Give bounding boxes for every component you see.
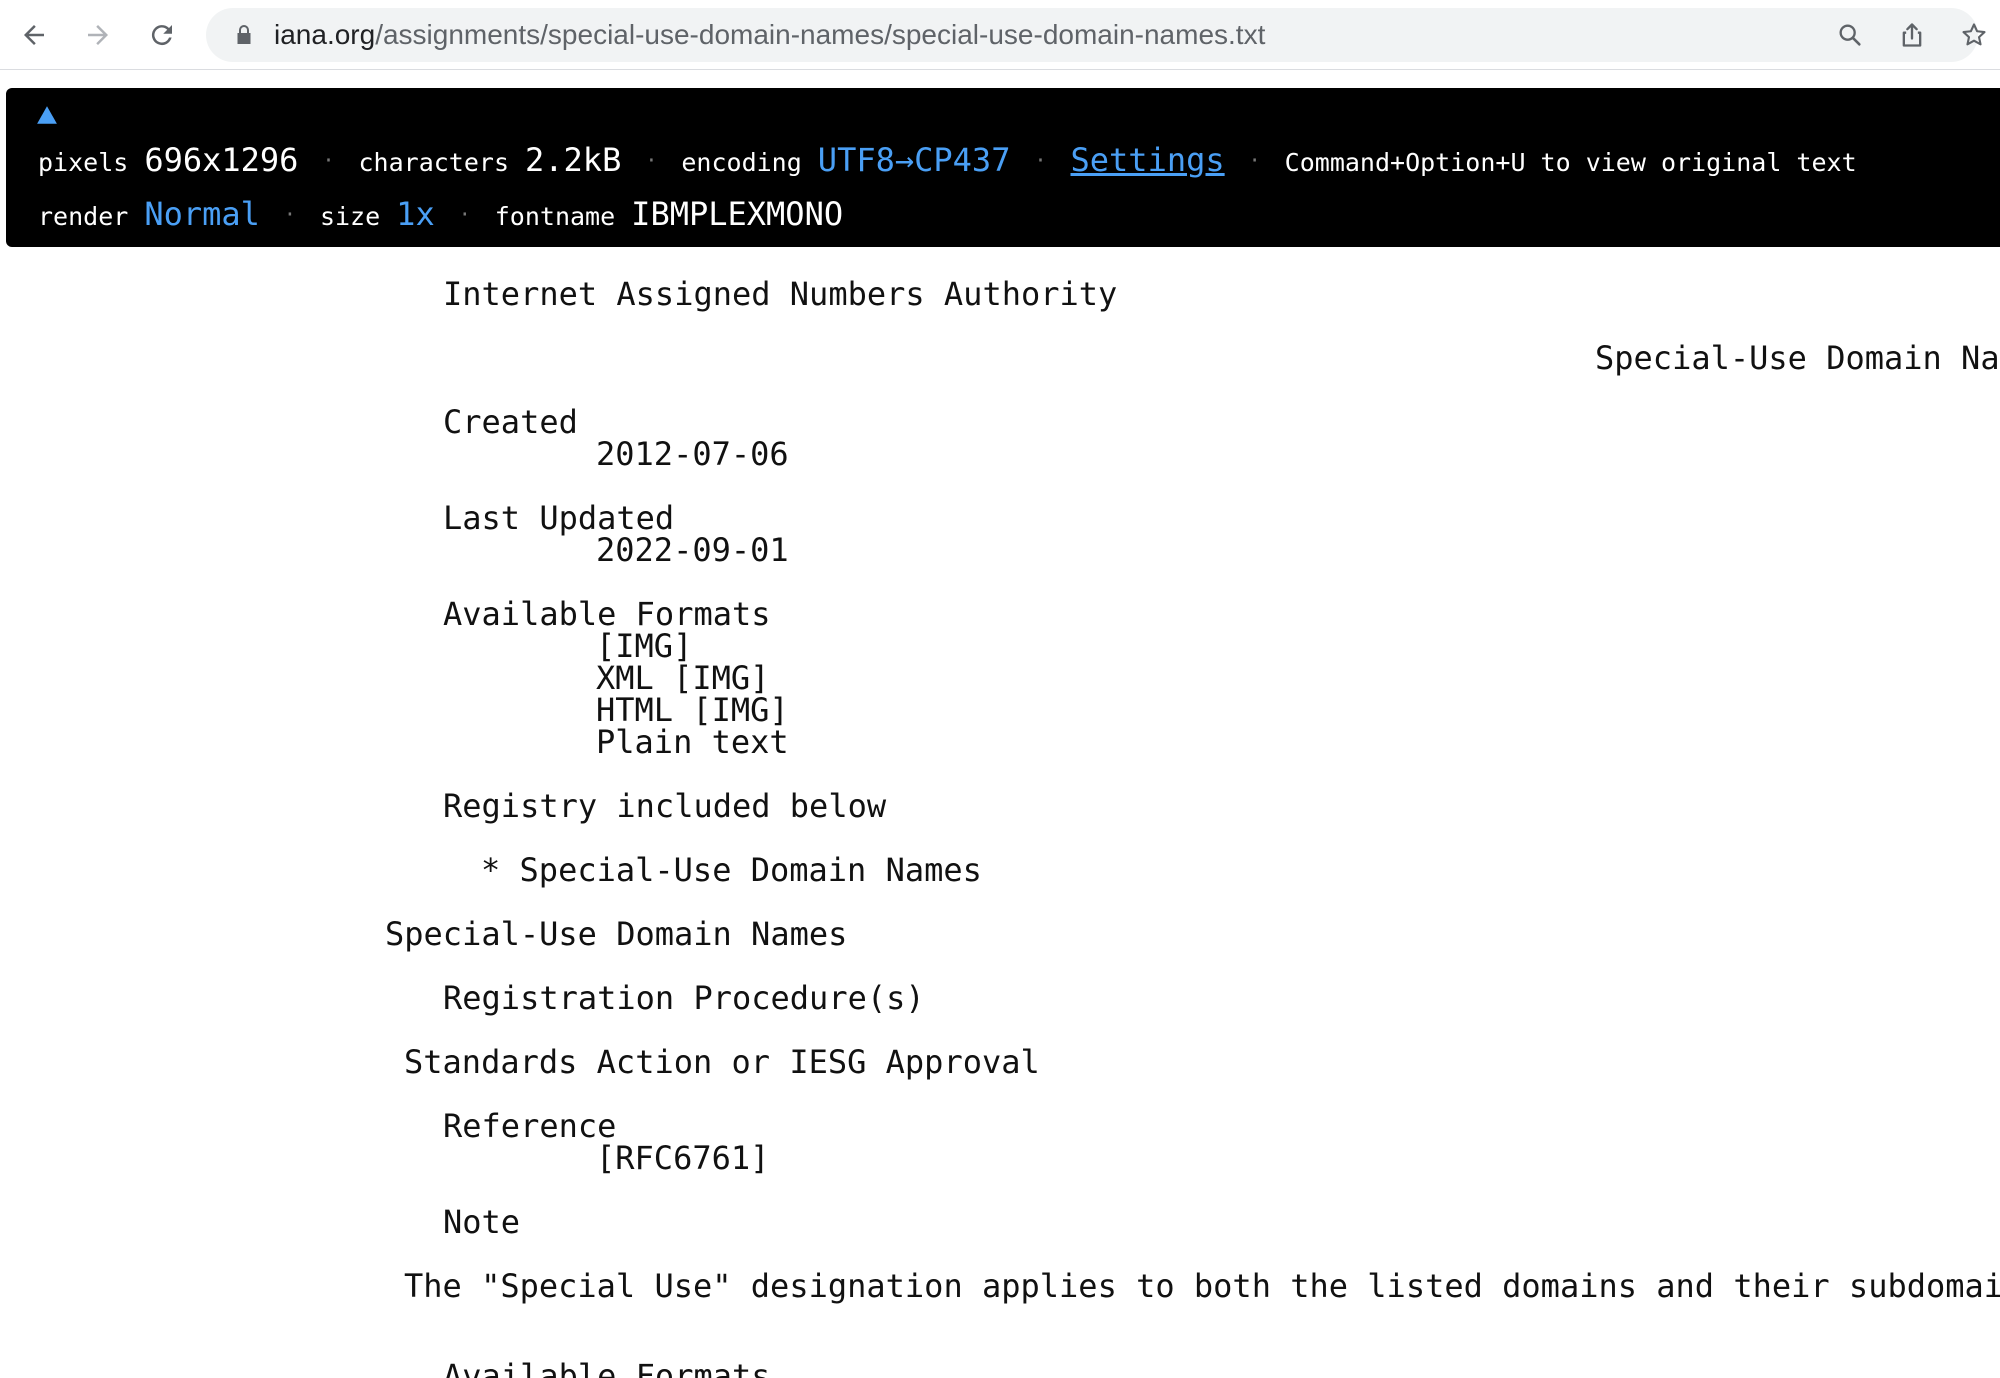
note-label: Note bbox=[443, 1203, 521, 1241]
document-title: Special-Use Domain Names bbox=[1595, 339, 2000, 377]
registry-item: * Special-Use Domain Names bbox=[481, 851, 982, 889]
lock-icon bbox=[237, 25, 251, 44]
format-item: Plain text bbox=[596, 723, 789, 761]
note-text: The "Special Use" designation applies to… bbox=[404, 1267, 2000, 1305]
banner-row-1: pixels 696x1296 · characters 2.2kB · enc… bbox=[38, 141, 1857, 179]
separator: · bbox=[322, 148, 335, 172]
separator: · bbox=[1034, 148, 1047, 172]
render-value-link[interactable]: Normal bbox=[144, 195, 260, 233]
url-path: /assignments/special-use-domain-names/sp… bbox=[375, 19, 1266, 50]
size-value-link[interactable]: 1x bbox=[396, 195, 435, 233]
bookmark-button[interactable] bbox=[1956, 17, 1992, 53]
procedure-label: Registration Procedure(s) bbox=[443, 979, 925, 1017]
reload-button[interactable] bbox=[141, 14, 183, 56]
forward-button[interactable] bbox=[77, 14, 119, 56]
characters-label: characters bbox=[358, 148, 509, 177]
star-icon bbox=[1962, 23, 1986, 46]
address-bar[interactable]: iana.org/assignments/special-use-domain-… bbox=[206, 8, 1986, 62]
encoding-value-link[interactable]: UTF8→CP437 bbox=[818, 141, 1011, 179]
document-body: Internet Assigned Numbers Authority Spec… bbox=[0, 247, 2000, 1378]
separator: · bbox=[1248, 148, 1261, 172]
created-value: 2012-07-06 bbox=[596, 435, 789, 473]
updated-value: 2022-09-01 bbox=[596, 531, 789, 569]
separator: · bbox=[458, 202, 471, 226]
procedure-value: Standards Action or IESG Approval bbox=[404, 1043, 1040, 1081]
reload-icon bbox=[151, 25, 172, 46]
characters-value: 2.2kB bbox=[525, 141, 622, 179]
back-button[interactable] bbox=[13, 14, 55, 56]
share-icon bbox=[1902, 23, 1922, 47]
render-label: render bbox=[38, 202, 129, 231]
section-title: Special-Use Domain Names bbox=[385, 915, 848, 953]
url-host: iana.org bbox=[274, 19, 376, 50]
collapse-triangle-icon[interactable] bbox=[36, 104, 58, 126]
reference-label: Reference bbox=[443, 1107, 617, 1145]
size-label: size bbox=[319, 202, 381, 231]
banner-row-2: render Normal · size 1x · fontname IBMPL… bbox=[38, 195, 843, 233]
separator: · bbox=[283, 202, 296, 226]
reference-value: [RFC6761] bbox=[596, 1139, 770, 1177]
settings-link[interactable]: Settings bbox=[1071, 141, 1225, 179]
separator: · bbox=[645, 148, 658, 172]
back-arrow-icon bbox=[24, 25, 44, 45]
registry-label: Registry included below bbox=[443, 787, 887, 825]
search-button[interactable] bbox=[1832, 17, 1868, 53]
info-banner: pixels 696x1296 · characters 2.2kB · enc… bbox=[6, 88, 2000, 247]
formats-label-2: Available Formats bbox=[443, 1357, 771, 1378]
forward-arrow-icon bbox=[88, 25, 108, 45]
shortcut-hint: Command+Option+U to view original text bbox=[1284, 148, 1857, 177]
encoding-label: encoding bbox=[681, 148, 802, 177]
search-icon bbox=[1839, 24, 1861, 46]
org-name: Internet Assigned Numbers Authority bbox=[443, 275, 1118, 313]
browser-toolbar: iana.org/assignments/special-use-domain-… bbox=[0, 0, 2000, 70]
pixels-label: pixels bbox=[38, 148, 129, 177]
created-label: Created bbox=[443, 403, 578, 441]
url-text[interactable]: iana.org/assignments/special-use-domain-… bbox=[274, 8, 1265, 62]
fontname-label: fontname bbox=[494, 202, 616, 231]
pixels-value: 696x1296 bbox=[144, 141, 299, 179]
fontname-value: IBMPLEXMONO bbox=[631, 195, 844, 233]
share-button[interactable] bbox=[1894, 17, 1930, 53]
